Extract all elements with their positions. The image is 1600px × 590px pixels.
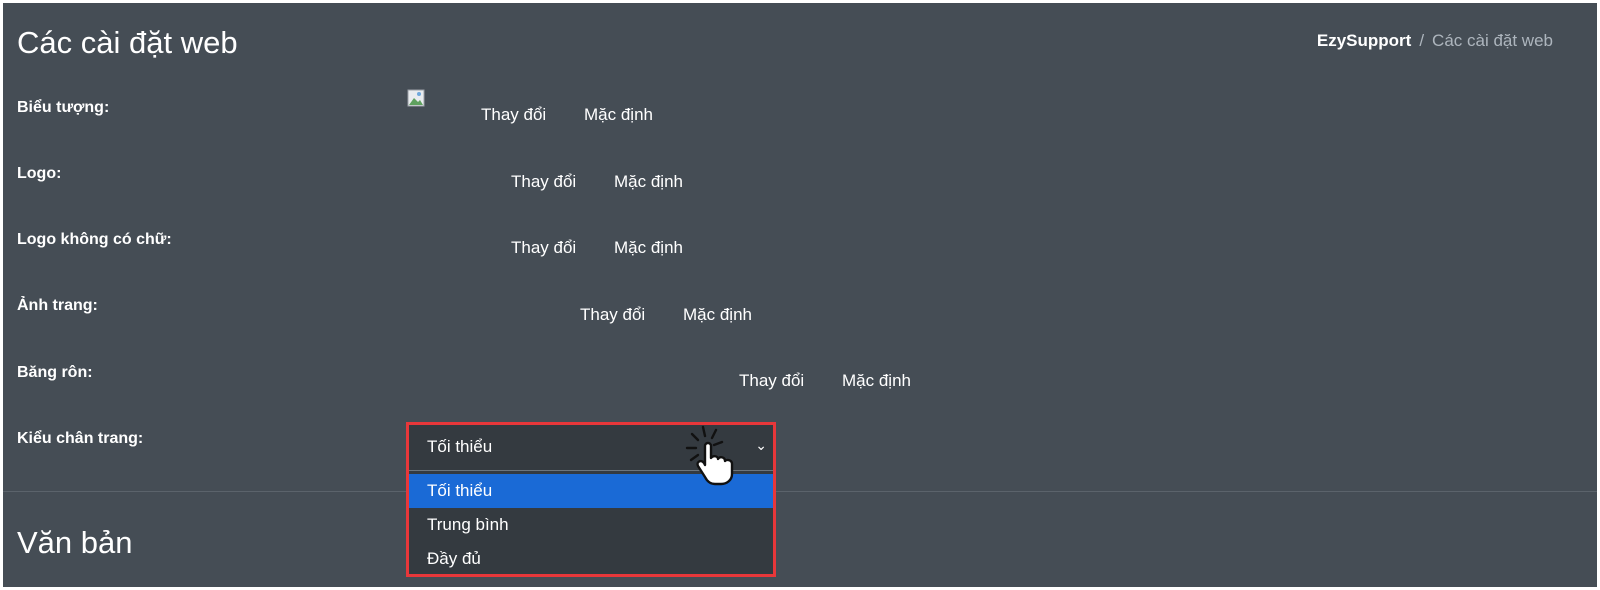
change-button[interactable]: Thay đổi (739, 371, 804, 391)
select-option-medium[interactable]: Trung bình (409, 508, 773, 542)
breadcrumb-separator: / (1419, 31, 1425, 50)
default-button[interactable]: Mặc định (614, 238, 683, 258)
default-button[interactable]: Mặc định (683, 305, 752, 325)
breadcrumb: EzySupport / Các cài đặt web (1317, 31, 1553, 51)
change-button[interactable]: Thay đổi (511, 238, 576, 258)
setting-label: Kiểu chân trang: (17, 430, 144, 447)
hand-pointer-icon (685, 425, 734, 486)
setting-row-icon: Biểu tượng: Thay đổi Mặc định (17, 89, 1577, 129)
default-button[interactable]: Mặc định (584, 105, 653, 125)
setting-label: Biểu tượng: (17, 99, 110, 116)
setting-row-page-image: Ảnh trang: Thay đổi Mặc định (17, 297, 1577, 327)
default-button[interactable]: Mặc định (842, 371, 911, 391)
breadcrumb-home-link[interactable]: EzySupport (1317, 31, 1411, 51)
setting-label: Logo: (17, 165, 62, 182)
section-title: Văn bản (17, 525, 133, 560)
default-button[interactable]: Mặc định (614, 172, 683, 192)
broken-image-icon (407, 89, 425, 107)
settings-panel: Các cài đặt web EzySupport / Các cài đặt… (3, 3, 1597, 587)
setting-label: Logo không có chữ: (17, 231, 172, 248)
page-title: Các cài đặt web (17, 25, 238, 60)
setting-row-logo-no-text: Logo không có chữ: Thay đổi Mặc định (17, 231, 1577, 261)
setting-label: Ảnh trang: (17, 297, 98, 314)
setting-row-logo: Logo: Thay đổi Mặc định (17, 165, 1577, 195)
setting-row-footer-style: Kiểu chân trang: (17, 430, 1577, 460)
breadcrumb-current: Các cài đặt web (1432, 31, 1553, 50)
change-button[interactable]: Thay đổi (580, 305, 645, 325)
select-option-full[interactable]: Đầy đủ (409, 542, 773, 576)
section-divider (3, 491, 1597, 492)
chevron-down-icon: ⌄ (755, 437, 767, 453)
setting-row-banner: Băng rôn: Thay đổi Mặc định (17, 364, 1577, 394)
setting-label: Băng rôn: (17, 364, 93, 381)
change-button[interactable]: Thay đổi (481, 105, 546, 125)
change-button[interactable]: Thay đổi (511, 172, 576, 192)
select-current-value: Tối thiểu (427, 437, 493, 456)
